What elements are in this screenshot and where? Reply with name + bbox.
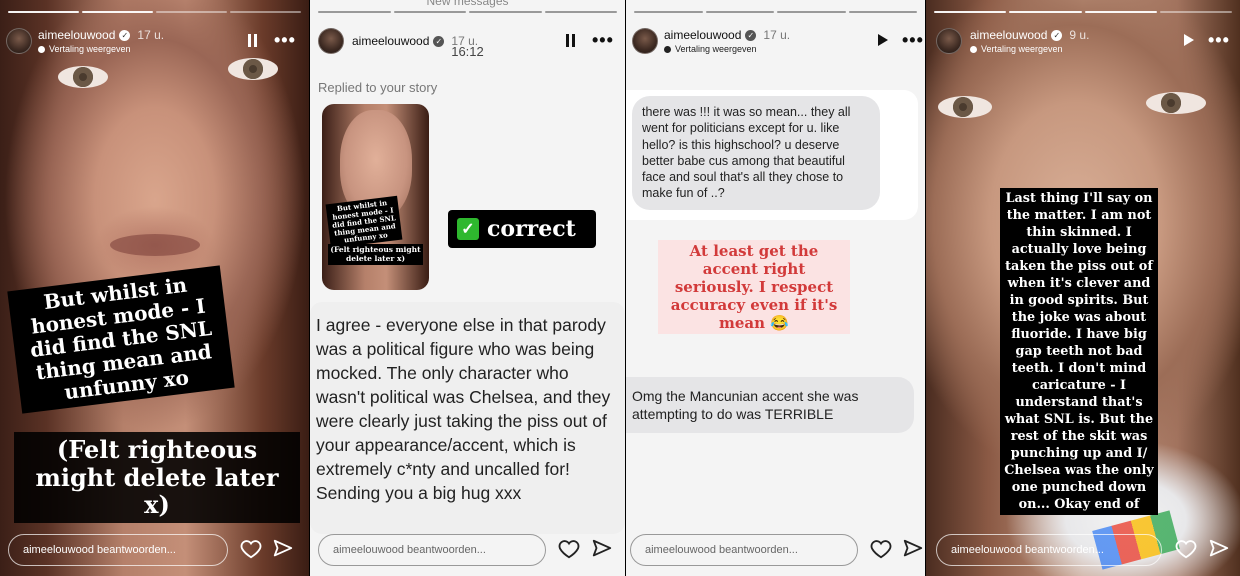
pause-icon [248, 34, 258, 47]
story-panel-4[interactable]: aimeelouwood ✓ 9 u. Vertaling weergeven … [926, 0, 1240, 576]
message-bubble-top: there was !!! it was so mean... they all… [632, 96, 880, 210]
progress-segment [934, 11, 1007, 13]
reply-input[interactable]: aimeelouwood beantwoorden... [936, 534, 1162, 566]
heart-icon[interactable] [1175, 538, 1197, 560]
eye-right [1146, 92, 1206, 114]
progress-segment [1009, 11, 1082, 13]
progress-segment [393, 11, 466, 13]
story-progress [934, 11, 1232, 13]
reply-input[interactable]: aimeelouwood beantwoorden... [8, 534, 228, 566]
translate-icon [664, 45, 671, 53]
story-panel-2[interactable]: New messages aimeelouwood ✓ 17 u. ••• 16… [310, 0, 625, 576]
progress-segment [230, 11, 301, 13]
translate-icon [38, 45, 45, 53]
progress-segment [544, 11, 617, 13]
play-icon [1184, 34, 1194, 46]
story-panel-1[interactable]: aimeelouwood ✓ 17 u. Vertaling weergeven… [0, 0, 309, 576]
reply-input[interactable]: aimeelouwood beantwoorden... [318, 534, 546, 566]
progress-segment [848, 11, 917, 13]
story-age: 17 u. [763, 28, 791, 42]
message-bubble-bottom: Omg the Mancunian accent she was attempt… [626, 377, 914, 434]
translation-label[interactable]: Vertaling weergeven [675, 44, 757, 54]
story-footer: aimeelouwood beantwoorden... [0, 532, 309, 568]
username[interactable]: aimeelouwood [664, 28, 741, 42]
message-bubble: I agree - everyone else in that parody w… [310, 302, 625, 534]
story-header: aimeelouwood ✓ 17 u. Vertaling weergeven… [626, 26, 925, 60]
correct-label: correct [487, 216, 576, 242]
username-row[interactable]: aimeelouwood ✓ 17 u. [664, 28, 790, 42]
username[interactable]: aimeelouwood [38, 28, 115, 42]
username[interactable]: aimeelouwood [970, 28, 1047, 42]
translation-label[interactable]: Vertaling weergeven [49, 44, 131, 54]
story-footer: aimeelouwood beantwoorden... [626, 532, 925, 568]
story-caption-main: But whilst in honest mode - I did find t… [7, 265, 235, 414]
mouth [110, 234, 200, 256]
more-options-icon[interactable]: ••• [902, 31, 924, 49]
avatar[interactable] [632, 28, 658, 54]
more-options-icon[interactable]: ••• [274, 31, 296, 49]
eye-left [938, 96, 992, 118]
replied-label: Replied to your story [318, 80, 438, 95]
username-row[interactable]: aimeelouwood ✓ 9 u. [970, 28, 1089, 42]
story-progress [8, 11, 301, 13]
progress-segment [469, 11, 542, 13]
progress-segment [1084, 11, 1157, 13]
username-row[interactable]: aimeelouwood ✓ 17 u. [38, 28, 164, 42]
progress-segment [156, 11, 227, 13]
progress-segment [777, 11, 846, 13]
story-footer: aimeelouwood beantwoorden... [926, 532, 1240, 568]
progress-segment [8, 11, 79, 13]
story-age: 17 u. [137, 28, 165, 42]
checkmark-icon: ✓ [457, 218, 479, 240]
story-progress [318, 11, 617, 13]
translation-link[interactable]: Vertaling weergeven [664, 44, 757, 54]
story-progress [634, 11, 917, 13]
heart-icon[interactable] [240, 538, 262, 560]
play-button[interactable] [878, 34, 888, 46]
story-caption: At least get the accent right seriously.… [658, 240, 850, 334]
progress-segment [705, 11, 774, 13]
send-icon[interactable] [591, 538, 613, 560]
more-options-icon[interactable]: ••• [1208, 31, 1230, 49]
new-messages-banner: New messages [426, 0, 509, 8]
story-header: aimeelouwood ✓ 17 u. Vertaling weergeven… [0, 26, 309, 60]
progress-segment [1159, 11, 1232, 13]
heart-icon[interactable] [870, 538, 892, 560]
eye-right [228, 58, 278, 80]
play-icon [878, 34, 888, 46]
send-icon[interactable] [1208, 538, 1230, 560]
story-header: aimeelouwood ✓ 9 u. Vertaling weergeven … [926, 26, 1240, 60]
send-icon[interactable] [902, 538, 924, 560]
story-thumbnail[interactable]: But whilst in honest mode - I did find t… [322, 104, 429, 290]
avatar[interactable] [6, 28, 32, 54]
thumb-caption-secondary: (Felt righteous might delete later x) [328, 244, 423, 266]
progress-segment [634, 11, 703, 13]
story-age: 9 u. [1069, 28, 1090, 42]
heart-icon[interactable] [558, 538, 580, 560]
story-footer: aimeelouwood beantwoorden... [310, 532, 625, 568]
translation-link[interactable]: Vertaling weergeven [970, 44, 1063, 54]
send-icon[interactable] [272, 538, 294, 560]
translation-link[interactable]: Vertaling weergeven [38, 44, 131, 54]
progress-segment [318, 11, 391, 13]
eye-left [58, 66, 108, 88]
story-panel-3[interactable]: aimeelouwood ✓ 17 u. Vertaling weergeven… [626, 0, 925, 576]
play-button[interactable] [1184, 34, 1194, 46]
pause-button[interactable] [248, 34, 258, 47]
verified-icon: ✓ [745, 29, 757, 41]
reply-input[interactable]: aimeelouwood beantwoorden... [630, 534, 858, 566]
correct-sticker: ✓ correct [448, 210, 596, 248]
message-time: 16:12 [451, 44, 484, 59]
translate-icon [970, 45, 977, 53]
translation-label[interactable]: Vertaling weergeven [981, 44, 1063, 54]
avatar[interactable] [936, 28, 962, 54]
story-caption: Last thing I'll say on the matter. I am … [1000, 188, 1158, 516]
thumb-caption-main: But whilst in honest mode - I did find t… [325, 195, 403, 249]
story-caption-secondary: (Felt righteous might delete later x) [14, 432, 300, 523]
progress-segment [82, 11, 153, 13]
story-viewer: aimeelouwood ✓ 17 u. Vertaling weergeven… [0, 0, 1240, 576]
verified-icon: ✓ [1051, 29, 1063, 41]
verified-icon: ✓ [119, 29, 131, 41]
